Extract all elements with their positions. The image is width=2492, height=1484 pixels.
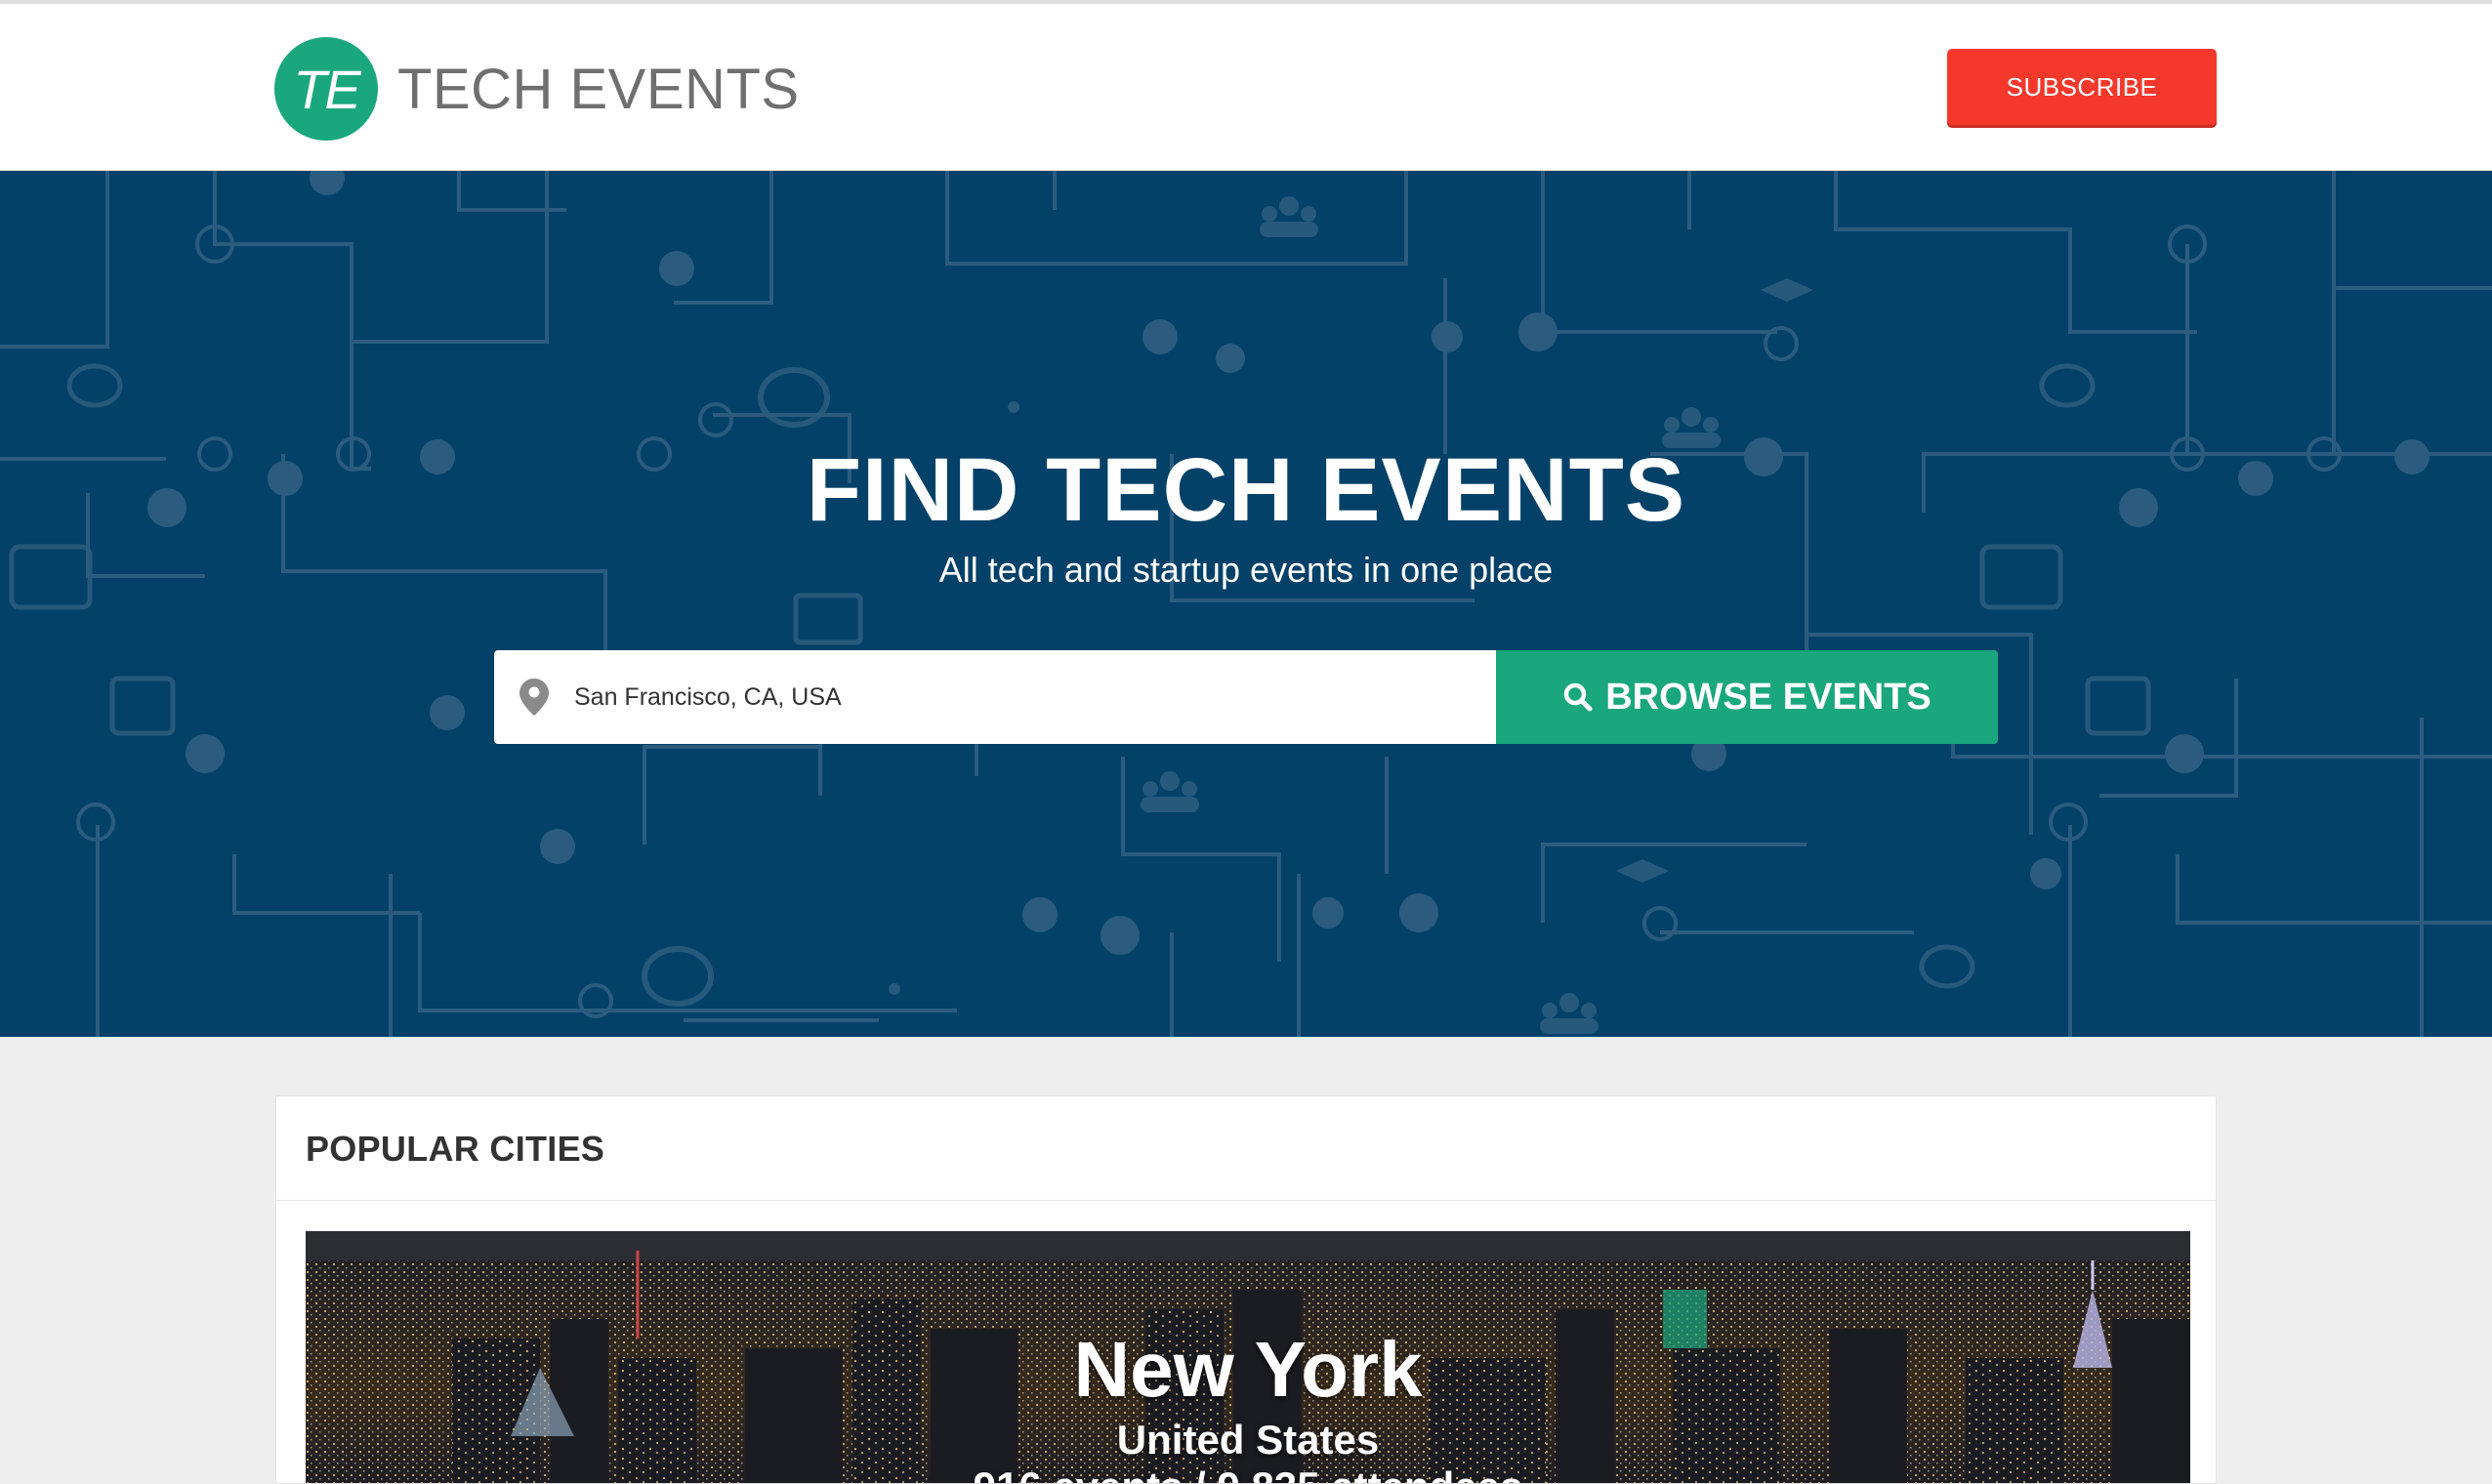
logo-text: TECH EVENTS (397, 57, 800, 121)
subscribe-button[interactable]: SUBSCRIBE (1947, 49, 2217, 125)
city-tile-new-york[interactable]: New York United States 916 events / 9,83… (306, 1231, 2190, 1483)
browse-events-label: BROWSE EVENTS (1605, 676, 1931, 718)
browse-events-button[interactable]: BROWSE EVENTS (1496, 650, 1998, 744)
popular-cities-title: POPULAR CITIES (306, 1129, 605, 1169)
popular-cities-card: POPULAR CITIES New York United States (275, 1095, 2217, 1484)
divider (276, 1200, 2216, 1201)
site-logo[interactable]: TE TECH EVENTS (274, 37, 800, 141)
city-name: New York (1073, 1326, 1423, 1413)
location-pin-icon (519, 679, 549, 716)
logo-badge: TE (274, 37, 378, 141)
search-icon (1563, 682, 1593, 712)
location-search-box[interactable] (494, 650, 1496, 744)
site-header: TE TECH EVENTS SUBSCRIBE (0, 0, 2492, 171)
location-search-input[interactable] (574, 682, 1453, 712)
hero-subtitle: All tech and startup events in one place (938, 550, 1554, 590)
hero-section: FIND TECH EVENTS All tech and startup ev… (0, 171, 2492, 1037)
city-country: United States (1116, 1417, 1380, 1463)
hero-title: FIND TECH EVENTS (806, 440, 1686, 540)
circuit-pattern-background (0, 171, 2492, 1037)
city-stats: 916 events / 9,835 attendees (306, 1463, 2190, 1483)
